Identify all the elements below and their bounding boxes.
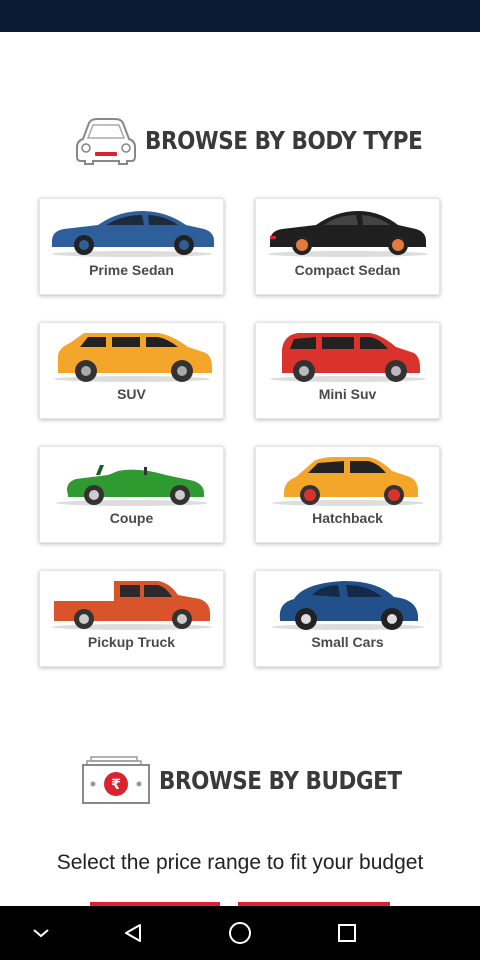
body-type-label: Compact Sedan bbox=[294, 262, 401, 278]
body-type-card-compact-sedan[interactable]: Compact Sedan bbox=[255, 198, 440, 295]
recents-icon[interactable] bbox=[332, 918, 362, 948]
body-type-label: Coupe bbox=[109, 510, 154, 526]
pickup-truck-icon bbox=[51, 581, 212, 630]
body-type-card-hatchback[interactable]: Hatchback bbox=[255, 446, 440, 543]
body-type-card-mini-suv[interactable]: Mini Suv bbox=[255, 322, 440, 419]
svg-text:₹: ₹ bbox=[111, 777, 121, 793]
budget-hint-text: Select the price range to fit your budge… bbox=[56, 851, 424, 874]
hatchback-car-icon bbox=[269, 333, 426, 382]
sedan-car-icon bbox=[267, 211, 428, 257]
sedan-car-icon bbox=[51, 211, 214, 257]
body-type-label: SUV bbox=[117, 386, 146, 402]
section-title-body-type: BROWSE BY BODY TYPE bbox=[145, 125, 423, 155]
beetle-car-icon bbox=[271, 581, 424, 630]
status-bar bbox=[0, 0, 480, 32]
body-type-label: Pickup Truck bbox=[87, 634, 176, 650]
home-icon[interactable] bbox=[225, 918, 255, 948]
budget-header: ₹ BROWSE BY BUDGET bbox=[0, 752, 480, 808]
back-icon[interactable] bbox=[118, 918, 148, 948]
body-type-label: Small Cars bbox=[311, 634, 384, 650]
body-type-card-suv[interactable]: SUV bbox=[39, 322, 224, 419]
body-type-grid: Prime Sedan Compact Sedan SUV Mini Suv C… bbox=[39, 198, 441, 667]
browse-content[interactable]: BROWSE BY BODY TYPE Prime Sedan Compact … bbox=[0, 32, 480, 906]
hatchback-car-icon bbox=[271, 457, 424, 506]
chevron-down-icon[interactable] bbox=[26, 918, 56, 948]
body-type-card-prime-sedan[interactable]: Prime Sedan bbox=[39, 198, 224, 295]
section-title-budget: BROWSE BY BUDGET bbox=[159, 765, 402, 795]
system-nav-bar bbox=[0, 906, 480, 960]
body-type-label: Prime Sedan bbox=[89, 262, 174, 278]
body-type-label: Hatchback bbox=[312, 510, 383, 526]
body-type-card-pickup-truck[interactable]: Pickup Truck bbox=[39, 570, 224, 667]
car-front-icon bbox=[76, 118, 136, 165]
body-type-header: BROWSE BY BODY TYPE bbox=[0, 112, 480, 168]
body-type-card-small-cars[interactable]: Small Cars bbox=[255, 570, 440, 667]
rupee-note-icon: ₹ bbox=[82, 756, 150, 804]
body-type-card-coupe[interactable]: Coupe bbox=[39, 446, 224, 543]
body-type-label: Mini Suv bbox=[318, 386, 377, 402]
convertible-car-icon bbox=[55, 465, 208, 506]
suv-car-icon bbox=[53, 333, 212, 382]
